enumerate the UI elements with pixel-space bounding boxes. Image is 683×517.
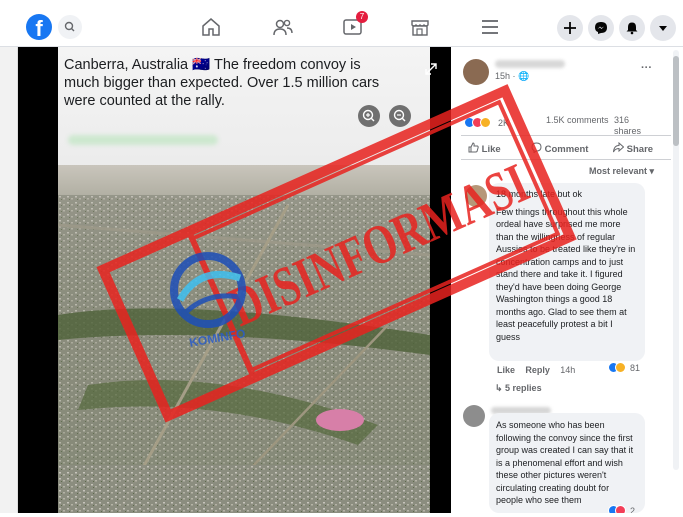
create-button[interactable] [557,15,583,41]
menu-icon[interactable] [479,16,501,38]
commenter-avatar[interactable] [463,405,485,427]
post-time-row: 15h · 🌐 [495,71,530,81]
expand-icon[interactable] [424,62,438,76]
caret-down-icon: ▾ [649,166,655,176]
messenger-button[interactable] [588,15,614,41]
like-icon [468,142,479,153]
globe-icon: 🌐 [518,71,530,81]
comment-text: Few things throughout this whole ordeal … [496,206,636,342]
caret-down-icon [659,26,667,31]
commenter-avatar[interactable] [465,185,487,207]
share-icon [613,141,625,153]
comment-actions: Like Reply 14h [497,365,575,375]
comment-label: Comment [544,144,589,155]
notification-badge: 7 [356,11,368,23]
comment-bubble: 18 months late but ok Few things through… [489,183,645,361]
like-button[interactable]: Like [468,142,501,155]
post-caption: Canberra, Australia 🇦🇺 The freedom convo… [64,57,380,109]
love-reaction-icon [615,505,626,513]
reply-arrow-icon: ↳ [495,383,506,393]
zoom-out-button[interactable] [389,105,411,127]
scrollbar-thumb[interactable] [673,56,679,146]
zoom-out-icon [393,109,406,122]
marketplace-icon[interactable] [409,16,431,38]
comment-bubble: As someone who has been following the co… [489,413,645,513]
blurred-username [68,135,218,145]
bell-icon [626,22,638,35]
author-avatar[interactable] [463,59,489,85]
home-icon[interactable] [200,16,222,38]
zoom-in-icon [362,109,375,122]
account-button[interactable] [650,15,676,41]
comment-time[interactable]: 14h [560,365,575,375]
share-button[interactable]: Share [613,141,654,155]
search-icon [64,21,75,32]
post-details-panel: 15h · 🌐 ··· 2K 1.5K comments 316 shares … [451,47,683,513]
comment-text: As someone who has been following the co… [496,420,634,505]
screenshot: f 7 Canberra, Australia 🇦🇺 The freedom c… [0,0,683,517]
divider [461,159,671,160]
notifications-button[interactable] [619,15,645,41]
comment-short-text: 18 months late but ok [496,189,583,199]
photo-viewer: Canberra, Australia 🇦🇺 The freedom convo… [18,47,451,513]
comment-like-link[interactable]: Like [497,365,515,375]
post-options-button[interactable]: ··· [641,62,652,74]
shares-count[interactable]: 316 shares [614,115,654,137]
messenger-icon [595,22,607,34]
comment-reaction-count[interactable]: 2 [630,506,635,513]
zoom-in-button[interactable] [358,105,380,127]
facebook-logo[interactable]: f [26,14,52,40]
sort-label: Most relevant [589,166,648,176]
view-replies-link[interactable]: ↳ 5 replies [495,383,542,394]
divider [461,135,671,136]
comment-reaction-count[interactable]: 81 [630,363,640,373]
search-button[interactable] [58,15,82,39]
friends-icon[interactable] [272,16,294,38]
aerial-photo [58,165,430,513]
top-navigation-bar: f 7 [0,0,683,47]
logo-letter: f [35,16,43,40]
reaction-count[interactable]: 2K [498,118,509,128]
comment-icon [531,142,542,154]
comment-sort-dropdown[interactable]: Most relevant ▾ [589,166,654,177]
comment-button[interactable]: Comment [531,142,588,155]
like-label: Like [481,144,501,155]
plus-icon [564,22,576,34]
left-edge-strip [0,47,18,513]
haha-reaction-icon [615,362,626,373]
replies-label: 5 replies [505,383,542,393]
author-name-blurred[interactable] [495,60,565,68]
comments-count[interactable]: 1.5K comments [546,115,609,125]
share-label: Share [626,144,654,155]
post-time[interactable]: 15h [495,71,510,81]
comment-reply-link[interactable]: Reply [525,365,550,375]
wow-reaction-icon [480,117,491,128]
